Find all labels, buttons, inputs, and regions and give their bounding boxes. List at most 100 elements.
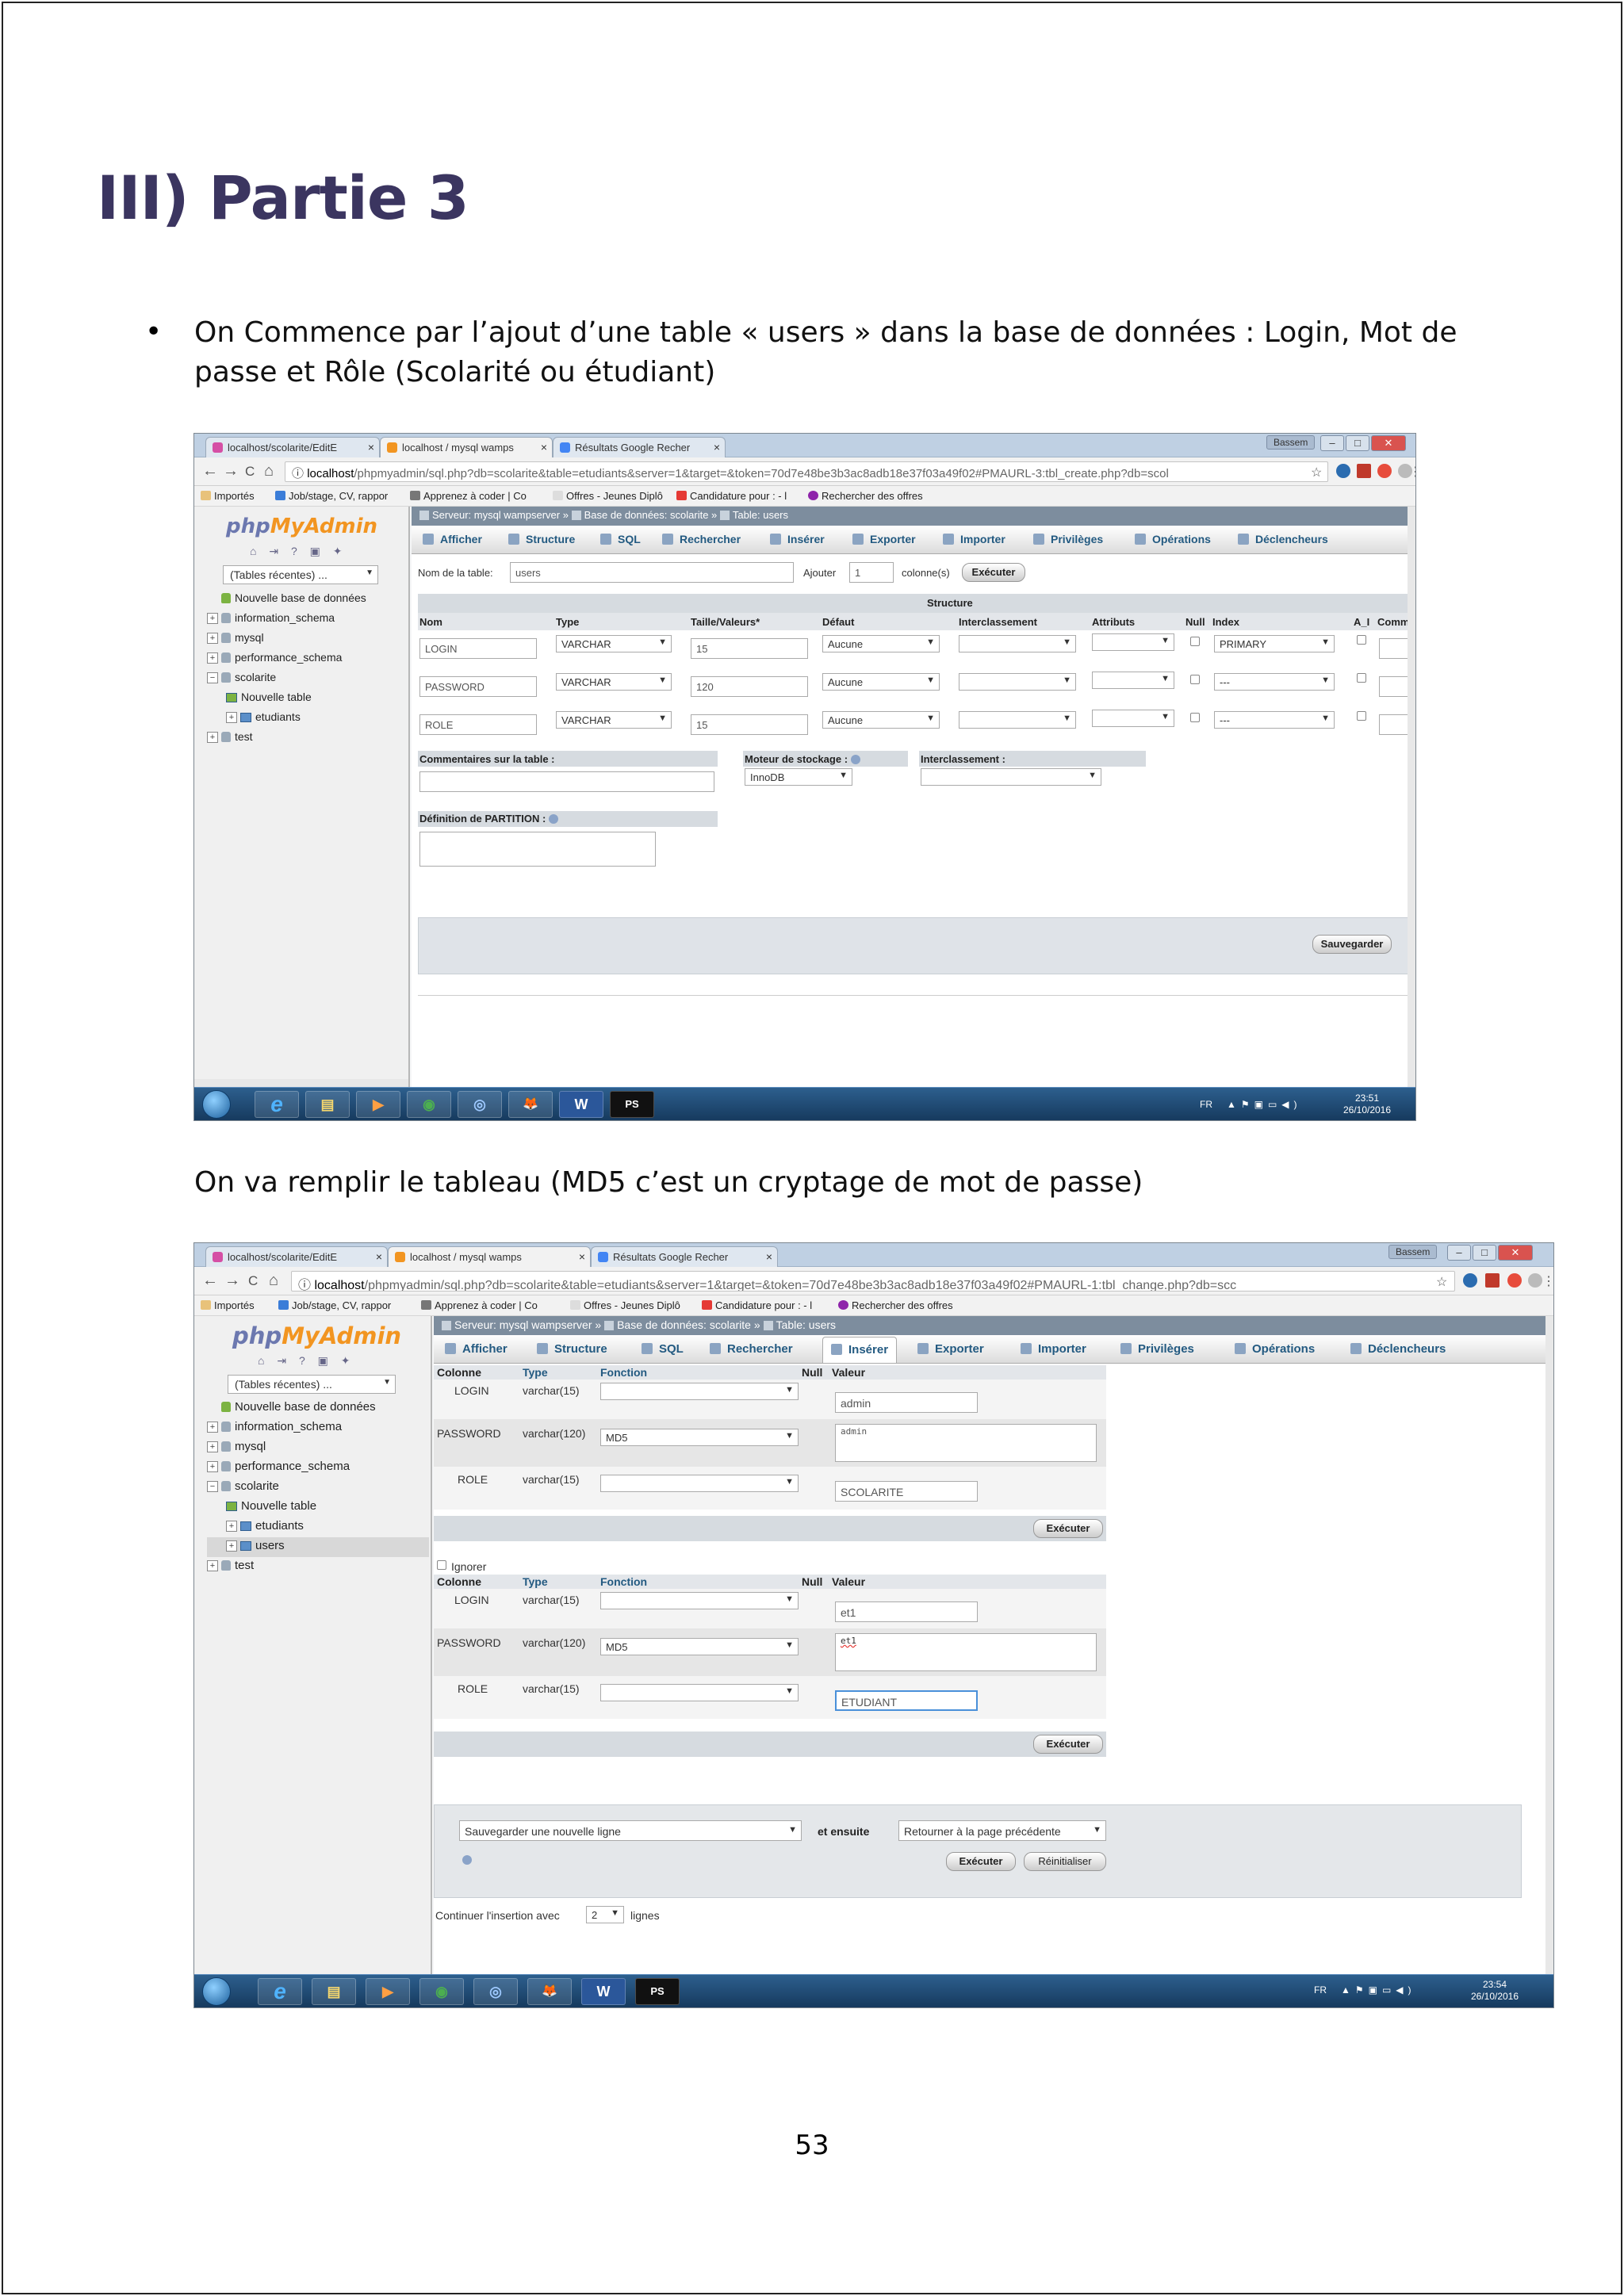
execute-button[interactable]: Exécuter xyxy=(946,1852,1016,1871)
app-icon[interactable]: ◎ xyxy=(458,1091,502,1118)
gmail-icon[interactable] xyxy=(1357,464,1371,478)
function-select[interactable]: ▼ xyxy=(600,1383,799,1400)
column-name-input[interactable]: LOGIN xyxy=(419,638,537,659)
home-icon[interactable]: ⌂ xyxy=(264,462,274,480)
column-size-input[interactable]: 15 xyxy=(691,638,808,659)
vertical-scrollbar[interactable] xyxy=(1408,507,1415,1087)
tab-privileges[interactable]: Privilèges xyxy=(1033,533,1103,545)
tab-structure[interactable]: Structure xyxy=(537,1342,607,1356)
tab-importer[interactable]: Importer xyxy=(943,533,1005,545)
column-attributes-select[interactable]: ▼ xyxy=(1092,672,1174,689)
tree-item-table-selected[interactable]: + users xyxy=(207,1537,429,1557)
tree-item-db[interactable]: + information_schema xyxy=(207,1418,429,1438)
forward-icon[interactable]: → xyxy=(223,462,239,480)
tree-item-db[interactable]: + test xyxy=(207,728,405,748)
close-tab-icon[interactable]: × xyxy=(579,1250,585,1263)
pma-quick-icons[interactable]: ⌂ ⇥ ? ▣ ✦ xyxy=(250,545,347,558)
explorer-icon[interactable]: ▤ xyxy=(312,1978,356,2005)
bookmark-item[interactable]: Apprenez à coder | Co xyxy=(421,1299,538,1311)
breadcrumb-server[interactable]: Serveur: mysql wampserver xyxy=(454,1318,592,1331)
browser-menu-icon[interactable]: ⋮ xyxy=(1542,1273,1553,1289)
null-checkbox[interactable] xyxy=(1190,713,1200,722)
function-select[interactable]: MD5 ▼ xyxy=(600,1429,799,1446)
column-comment-input[interactable] xyxy=(1379,676,1411,697)
tab-rechercher[interactable]: Rechercher xyxy=(662,533,741,545)
function-select[interactable]: ▼ xyxy=(600,1475,799,1492)
help-icon[interactable] xyxy=(462,1855,472,1865)
bookmark-star-icon[interactable]: ☆ xyxy=(1311,465,1322,480)
tab-operations[interactable]: Opérations xyxy=(1235,1342,1315,1356)
tab-sql[interactable]: SQL xyxy=(600,533,641,545)
tree-item-table[interactable]: + etudiants xyxy=(207,1517,429,1537)
auto-increment-checkbox[interactable] xyxy=(1357,635,1366,645)
tree-item-db[interactable]: − scolarite xyxy=(207,668,405,688)
browser-tab[interactable]: Résultats Google Recher × xyxy=(553,437,726,457)
close-tab-icon[interactable]: × xyxy=(714,441,720,453)
bookmark-item[interactable]: Apprenez à coder | Co xyxy=(410,490,527,502)
column-comment-input[interactable] xyxy=(1379,638,1411,659)
bookmark-item[interactable]: Offres - Jeunes Diplô xyxy=(553,490,663,502)
minimize-button[interactable]: – xyxy=(1320,435,1344,451)
value-textarea[interactable]: admin xyxy=(835,1424,1097,1462)
execute-button[interactable]: Exécuter xyxy=(1033,1519,1103,1538)
tab-operations[interactable]: Opérations xyxy=(1135,533,1211,545)
reload-icon[interactable]: C xyxy=(245,464,255,480)
windows-start-icon[interactable] xyxy=(202,1977,231,2006)
auto-increment-checkbox[interactable] xyxy=(1357,673,1366,683)
tab-declencheurs[interactable]: Déclencheurs xyxy=(1238,533,1328,545)
execute-button[interactable]: Exécuter xyxy=(962,563,1025,582)
horizontal-scrollbar[interactable] xyxy=(194,1079,408,1087)
bookmark-item[interactable]: Candidature pour : - l xyxy=(702,1299,812,1311)
maximize-button[interactable]: □ xyxy=(1346,435,1369,451)
partition-textarea[interactable] xyxy=(419,832,656,867)
auto-increment-checkbox[interactable] xyxy=(1357,711,1366,721)
column-attributes-select[interactable]: ▼ xyxy=(1092,710,1174,727)
back-icon[interactable]: ← xyxy=(202,462,218,480)
bookmark-item[interactable]: Importés xyxy=(201,1299,255,1311)
tree-item-db[interactable]: + information_schema xyxy=(207,609,405,629)
media-player-icon[interactable]: ▶ xyxy=(356,1091,400,1118)
extension-icon[interactable] xyxy=(1507,1273,1522,1288)
tab-privileges[interactable]: Privilèges xyxy=(1120,1342,1194,1356)
tree-item-db[interactable]: + mysql xyxy=(207,629,405,649)
bookmark-star-icon[interactable]: ☆ xyxy=(1436,1274,1447,1290)
tree-item-new-table[interactable]: Nouvelle table xyxy=(207,1498,429,1517)
reset-button[interactable]: Réinitialiser xyxy=(1024,1852,1106,1871)
value-input[interactable]: SCOLARITE xyxy=(835,1481,978,1502)
bookmark-item[interactable]: Job/stage, CV, rappor xyxy=(278,1299,391,1311)
table-name-input[interactable]: users xyxy=(510,562,794,583)
language-indicator[interactable]: FR xyxy=(1200,1099,1212,1110)
tab-rechercher[interactable]: Rechercher xyxy=(710,1342,793,1356)
column-default-select[interactable]: Aucune ▼ xyxy=(822,673,940,691)
browser-tab-active[interactable]: localhost / mysql wamps × xyxy=(388,1246,591,1267)
tab-sql[interactable]: SQL xyxy=(642,1342,684,1356)
value-input-focused[interactable]: ETUDIANT xyxy=(835,1690,978,1711)
pma-logo[interactable]: phpMyAdmin xyxy=(226,515,377,538)
tab-exporter[interactable]: Exporter xyxy=(917,1342,984,1356)
word-icon[interactable]: W xyxy=(581,1978,626,2005)
column-type-select[interactable]: VARCHAR ▼ xyxy=(556,711,672,729)
system-tray-icons[interactable]: ▲⚑▣▭◀) xyxy=(1341,1984,1416,1996)
url-input[interactable]: ⓘ localhost/phpmyadmin/sql.php?db=scolar… xyxy=(291,1271,1455,1292)
browser-tab-active[interactable]: localhost / mysql wamps × xyxy=(380,437,553,457)
chrome-icon[interactable]: ◉ xyxy=(407,1091,451,1118)
column-size-input[interactable]: 15 xyxy=(691,714,808,735)
browser-tab[interactable]: localhost/scolarite/EditE × xyxy=(205,437,380,457)
column-default-select[interactable]: Aucune ▼ xyxy=(822,711,940,729)
url-input[interactable]: ⓘ localhost/phpmyadmin/sql.php?db=scolar… xyxy=(285,461,1328,482)
tab-inserer[interactable]: Insérer xyxy=(822,1337,898,1363)
tree-item-db[interactable]: + performance_schema xyxy=(207,649,405,668)
column-name-input[interactable]: PASSWORD xyxy=(419,676,537,697)
null-checkbox[interactable] xyxy=(1190,675,1200,684)
tab-structure[interactable]: Structure xyxy=(508,533,575,545)
browser-tab[interactable]: localhost/scolarite/EditE × xyxy=(205,1246,388,1267)
reload-icon[interactable]: C xyxy=(248,1273,258,1289)
breadcrumb-table[interactable]: Table: users xyxy=(733,509,788,521)
column-comment-input[interactable] xyxy=(1379,714,1411,735)
extension-icon[interactable] xyxy=(1377,464,1392,478)
column-collation-select[interactable]: ▼ xyxy=(959,711,1076,729)
tab-declencheurs[interactable]: Déclencheurs xyxy=(1350,1342,1446,1356)
minimize-button[interactable]: – xyxy=(1447,1245,1471,1261)
bookmark-item[interactable]: Job/stage, CV, rappor xyxy=(275,490,388,502)
close-tab-icon[interactable]: × xyxy=(376,1250,382,1263)
